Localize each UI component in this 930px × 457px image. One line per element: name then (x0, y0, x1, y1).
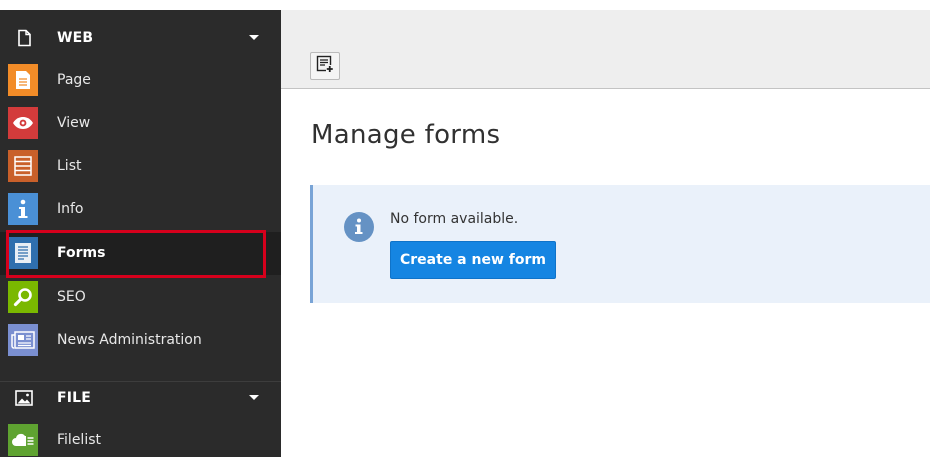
image-icon (15, 389, 33, 407)
module-filelist[interactable]: Filelist (0, 419, 281, 457)
group-file-label: FILE (57, 390, 92, 406)
module-page[interactable]: Page (0, 59, 281, 102)
group-file-header[interactable]: FILE (0, 377, 281, 419)
module-list[interactable]: List (0, 145, 281, 188)
page-title: Manage forms (311, 120, 501, 150)
module-info-label: Info (57, 201, 84, 217)
eye-icon (8, 107, 38, 139)
module-seo[interactable]: SEO (0, 276, 281, 319)
cloud-icon (8, 424, 38, 456)
chevron-down-icon (249, 395, 259, 400)
forms-icon (8, 237, 38, 269)
module-news-administration[interactable]: News Administration (0, 319, 281, 362)
module-list-label: List (57, 158, 82, 174)
module-news-administration-label: News Administration (57, 332, 202, 348)
doc-header (281, 10, 930, 89)
module-filelist-label: Filelist (57, 432, 101, 448)
module-info[interactable]: Info (0, 188, 281, 231)
create-new-form-button[interactable]: Create a new form (390, 241, 556, 279)
chevron-down-icon (249, 35, 259, 40)
module-view-label: View (57, 115, 91, 131)
group-web-header[interactable]: WEB (0, 17, 281, 59)
news-icon (8, 324, 38, 356)
info-icon (8, 193, 38, 225)
new-form-button[interactable] (310, 52, 340, 80)
module-page-label: Page (57, 72, 91, 88)
magnifier-icon (8, 281, 38, 313)
info-circle-icon (344, 212, 374, 242)
group-web-label: WEB (57, 30, 94, 46)
list-icon (8, 150, 38, 182)
new-form-icon (316, 55, 334, 77)
document-icon (15, 29, 33, 47)
info-callout: No form available. Create a new form (310, 185, 930, 303)
module-view[interactable]: View (0, 102, 281, 145)
module-menu: WEB Page View List Info Forms SEO News A… (0, 10, 281, 457)
module-forms[interactable]: Forms (0, 232, 281, 275)
module-seo-label: SEO (57, 289, 86, 305)
page-icon (8, 64, 38, 96)
callout-message: No form available. (390, 211, 519, 227)
module-forms-label: Forms (57, 245, 106, 261)
